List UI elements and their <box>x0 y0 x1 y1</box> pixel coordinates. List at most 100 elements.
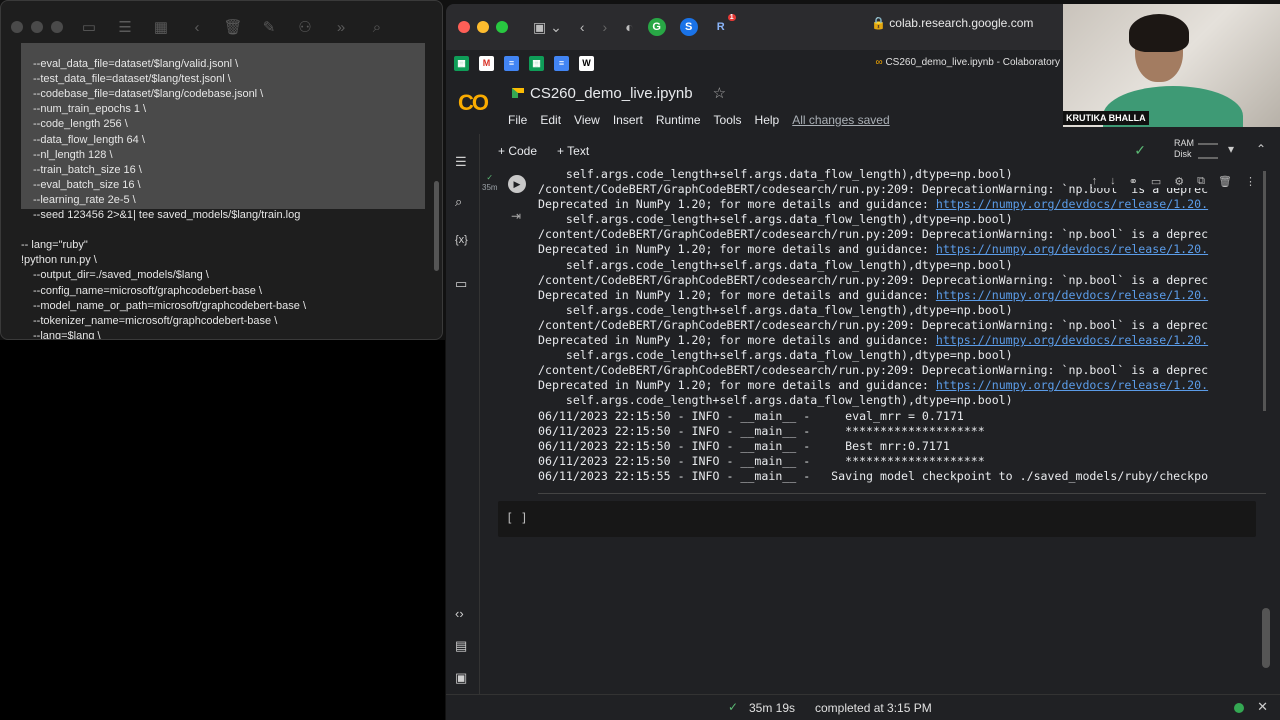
menu-view[interactable]: View <box>574 113 600 127</box>
presenter-name: KRUTIKA BHALLA <box>1063 111 1149 125</box>
presenter-hair <box>1129 14 1189 52</box>
output-text: self.args.code_length+self.args.data_flo… <box>538 212 1013 227</box>
tab-title[interactable]: ∞ CS260_demo_live.ipynb - Colaboratory <box>876 57 1060 68</box>
menu-help[interactable]: Help <box>755 113 780 127</box>
terminal-icon[interactable]: ▣ <box>455 670 467 686</box>
notes-scrollbar[interactable] <box>434 181 439 271</box>
docs-link[interactable]: https://numpy.org/devdocs/release/1.20. <box>936 333 1208 347</box>
output-text: 06/11/2023 22:15:50 - INFO - __main__ - … <box>538 453 985 468</box>
code-snippets-icon[interactable]: ‹› <box>455 606 464 621</box>
variables-icon[interactable]: {x} <box>455 234 468 246</box>
more-vert-icon[interactable]: ⋮ <box>1245 175 1256 188</box>
menu-tools[interactable]: Tools <box>714 113 742 127</box>
folder-icon[interactable]: ▭ <box>455 276 467 292</box>
output-line: self.args.code_length+self.args.data_flo… <box>538 303 1266 318</box>
docs-link[interactable]: https://numpy.org/devdocs/release/1.20. <box>936 242 1208 256</box>
menu-file[interactable]: File <box>508 113 527 127</box>
s-extension-icon[interactable]: S <box>679 18 698 36</box>
list-icon[interactable]: ☰ <box>107 18 143 36</box>
menu-insert[interactable]: Insert <box>613 113 643 127</box>
colab-logo[interactable]: CO <box>458 90 489 116</box>
notes-line: --test_data_file=dataset/$lang/test.json… <box>33 73 231 86</box>
move-up-icon[interactable]: ↑ <box>1092 175 1098 188</box>
minimize-dot[interactable] <box>31 21 43 33</box>
output-text: 06/11/2023 22:15:50 - INFO - __main__ - … <box>538 408 964 423</box>
gmail-bookmark-icon[interactable]: M <box>479 55 494 71</box>
close-dot[interactable] <box>11 21 23 33</box>
save-status[interactable]: All changes saved <box>792 113 889 127</box>
back-icon[interactable]: ‹ <box>580 19 585 35</box>
notes-line: --codebase_file=dataset/$lang/codebase.j… <box>33 88 264 101</box>
comment-icon[interactable]: ▭ <box>1151 175 1161 188</box>
cell-toolbar: ↑ ↓ ⚭ ▭ ⚙ ⧉ 🗑 ⋮ <box>1091 175 1256 188</box>
sidebar-toggle-icon[interactable]: ▣ ⌄ <box>533 19 562 36</box>
menu-edit[interactable]: Edit <box>540 113 561 127</box>
page-scrollbar[interactable] <box>1262 608 1270 668</box>
close-dot[interactable] <box>458 21 470 33</box>
wikipedia-bookmark-icon[interactable]: W <box>579 55 594 71</box>
address-bar[interactable]: 🔒 colab.research.google.com <box>871 16 1033 30</box>
zoom-dot[interactable] <box>496 21 508 33</box>
output-scrollbar[interactable] <box>1263 171 1266 411</box>
output-text: self.args.code_length+self.args.data_flo… <box>538 302 1013 317</box>
output-line: 06/11/2023 22:15:50 - INFO - __main__ - … <box>538 409 1266 424</box>
output-line: 06/11/2023 22:15:50 - INFO - __main__ - … <box>538 439 1266 454</box>
forward-icon[interactable]: › <box>603 19 608 35</box>
compose-icon[interactable]: ✎ <box>251 18 287 36</box>
output-text: /content/CodeBERT/GraphCodeBERT/codesear… <box>538 227 1209 242</box>
cell-output: self.args.code_length+self.args.data_flo… <box>538 167 1266 485</box>
notes-line: --data_flow_length 64 \ <box>33 133 145 146</box>
more-icon[interactable]: » <box>323 19 359 36</box>
mirror-cell-icon[interactable]: ⧉ <box>1197 175 1205 188</box>
back-icon[interactable]: ‹ <box>179 19 215 36</box>
zoom-dot[interactable] <box>51 21 63 33</box>
output-line: 06/11/2023 22:15:50 - INFO - __main__ - … <box>538 454 1266 469</box>
chevron-up-icon[interactable]: ⌃ <box>1256 142 1266 156</box>
output-toggle-icon[interactable]: ⇥ <box>511 209 521 223</box>
output-line: /content/CodeBERT/GraphCodeBERT/codesear… <box>538 273 1266 288</box>
code-cell[interactable]: ✓ 35m ▶ ⇥ self.args.code_length+self.args… <box>480 167 1266 497</box>
search-icon[interactable]: ⌕ <box>359 19 395 36</box>
sheets-bookmark-icon[interactable]: ▦ <box>529 55 544 71</box>
notebook-title[interactable]: CS260_demo_live.ipynb ☆ <box>512 84 726 102</box>
table-of-contents-icon[interactable]: ☰ <box>455 154 467 170</box>
docs-link[interactable]: https://numpy.org/devdocs/release/1.20. <box>936 197 1208 211</box>
sheets-bookmark-icon[interactable]: ▦ <box>454 55 469 71</box>
delete-icon[interactable]: 🗑 <box>1218 175 1232 188</box>
add-text-button[interactable]: + Text <box>557 144 589 158</box>
ram-disk-indicator[interactable]: RAM Disk <box>1174 138 1194 160</box>
move-down-icon[interactable]: ↓ <box>1110 175 1116 188</box>
output-text: Deprecated in NumPy 1.20; for more detai… <box>538 333 936 348</box>
minimize-dot[interactable] <box>477 21 489 33</box>
run-cell-button[interactable]: ▶ <box>508 175 526 193</box>
notes-text[interactable]: --eval_data_file=dataset/$lang/valid.jso… <box>1 43 425 339</box>
docs-bookmark-icon[interactable]: ≡ <box>554 55 569 71</box>
privacy-shield-icon[interactable]: ◐ <box>625 19 633 35</box>
r-extension-icon[interactable]: R1 <box>712 14 736 36</box>
menu-runtime[interactable]: Runtime <box>656 113 701 127</box>
docs-link[interactable]: https://numpy.org/devdocs/release/1.20. <box>936 378 1208 392</box>
grammarly-icon[interactable]: G <box>647 18 666 36</box>
grid-icon[interactable]: ▦ <box>143 18 179 36</box>
output-text: /content/CodeBERT/GraphCodeBERT/codesear… <box>538 363 1209 378</box>
docs-bookmark-icon[interactable]: ≡ <box>504 55 519 71</box>
notes-line: --nl_length 128 \ <box>33 148 113 161</box>
close-icon[interactable]: ✕ <box>1257 699 1268 715</box>
check-icon: ✓ <box>486 173 494 182</box>
output-text: 06/11/2023 22:15:55 - INFO - __main__ - … <box>538 468 1209 483</box>
cell-execution-count: [ ] <box>506 511 528 525</box>
sidebar-icon[interactable]: ▭ <box>71 18 107 36</box>
empty-code-cell[interactable]: [ ] <box>498 501 1256 537</box>
trash-icon[interactable]: 🗑 <box>215 18 251 36</box>
notes-line: --eval_data_file=dataset/$lang/valid.jso… <box>33 58 239 70</box>
chevron-down-icon[interactable]: ▾ <box>1228 142 1234 156</box>
settings-icon[interactable]: ⚙ <box>1174 175 1184 188</box>
search-icon[interactable]: ⌕ <box>455 194 462 210</box>
star-icon[interactable]: ☆ <box>713 84 726 102</box>
share-icon[interactable]: ⚇ <box>287 18 323 36</box>
link-icon[interactable]: ⚭ <box>1129 175 1138 188</box>
docs-link[interactable]: https://numpy.org/devdocs/release/1.20. <box>936 288 1208 302</box>
command-palette-icon[interactable]: ▤ <box>455 638 467 654</box>
add-code-button[interactable]: + Code <box>498 144 537 158</box>
notes-line: --output_dir=./saved_models/$lang \ <box>33 269 209 282</box>
